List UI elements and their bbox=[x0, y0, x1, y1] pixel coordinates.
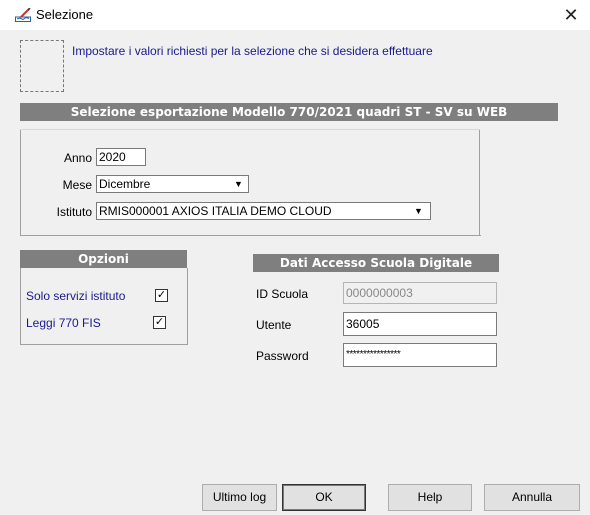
id-scuola-field: 0000000003 bbox=[343, 282, 497, 304]
mese-selected-value: Dicembre bbox=[99, 177, 151, 191]
leggi-770-fis-label: Leggi 770 FIS bbox=[26, 316, 101, 330]
annulla-button[interactable]: Annulla bbox=[484, 484, 580, 511]
anno-field[interactable]: 2020 bbox=[96, 148, 146, 166]
mese-select[interactable]: Dicembre ▼ bbox=[96, 175, 249, 193]
leggi-770-fis-checkbox[interactable]: ✓ bbox=[153, 316, 166, 329]
password-label: Password bbox=[256, 349, 309, 363]
istituto-select[interactable]: RMIS000001 AXIOS ITALIA DEMO CLOUD ▼ bbox=[96, 202, 431, 220]
istituto-label: Istituto bbox=[56, 205, 92, 219]
id-scuola-label: ID Scuola bbox=[256, 287, 309, 301]
groupbox-opzioni bbox=[20, 268, 188, 345]
pen-chart-icon bbox=[15, 7, 31, 22]
window-title: Selezione bbox=[36, 7, 94, 22]
section-title-esportazione: Selezione esportazione Modello 770/2021 … bbox=[20, 103, 558, 121]
section-title-opzioni: Opzioni bbox=[20, 250, 187, 268]
section-title-dati-accesso: Dati Accesso Scuola Digitale bbox=[253, 254, 499, 272]
info-image-placeholder bbox=[20, 40, 64, 92]
istituto-selected-value: RMIS000001 AXIOS ITALIA DEMO CLOUD bbox=[99, 204, 332, 218]
close-icon[interactable]: ✕ bbox=[560, 4, 582, 26]
anno-label: Anno bbox=[63, 151, 92, 165]
ultimo-log-button[interactable]: Ultimo log bbox=[202, 484, 277, 511]
ok-button[interactable]: OK bbox=[282, 484, 366, 511]
chevron-down-icon[interactable]: ▼ bbox=[231, 177, 246, 191]
mese-label: Mese bbox=[62, 178, 92, 192]
info-text: Impostare i valori richiesti per la sele… bbox=[72, 44, 433, 58]
solo-servizi-checkbox[interactable]: ✓ bbox=[155, 289, 168, 302]
solo-servizi-label: Solo servizi istituto bbox=[26, 289, 126, 303]
help-button[interactable]: Help bbox=[388, 484, 472, 511]
groupbox-right-line bbox=[479, 130, 480, 235]
utente-field[interactable]: 36005 bbox=[343, 312, 497, 336]
chevron-down-icon[interactable]: ▼ bbox=[411, 204, 426, 218]
utente-label: Utente bbox=[256, 318, 292, 332]
password-field[interactable]: **************** bbox=[343, 343, 497, 367]
